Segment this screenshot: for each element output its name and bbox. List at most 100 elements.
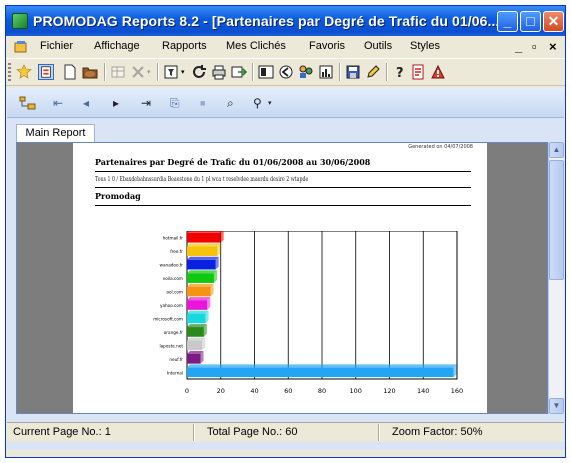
chart-y-tick-label: Internal	[167, 370, 183, 375]
menu-bar: Fichier Affichage Rapports Mes Clichés F…	[6, 36, 565, 58]
dropdown-arrow-icon[interactable]: ▾	[147, 68, 151, 76]
grid-icon[interactable]	[258, 64, 274, 80]
chart-bar-top	[187, 270, 217, 274]
scroll-up-button[interactable]: ▲	[549, 142, 564, 158]
app-icon[interactable]	[12, 13, 28, 29]
edit-icon[interactable]	[365, 64, 381, 80]
menu-fichier[interactable]: Fichier	[40, 40, 73, 52]
document-menu-icon[interactable]	[14, 40, 28, 53]
zoom-factor-status: Zoom Factor: 50%	[392, 426, 483, 438]
chart-icon[interactable]	[318, 64, 334, 80]
previous-page-button[interactable]: ◂	[83, 96, 89, 110]
chart-bar-top	[187, 297, 211, 301]
toolbar-grip[interactable]	[8, 63, 11, 81]
pdf-icon[interactable]	[410, 64, 426, 80]
chart-x-tick-label: 40	[250, 387, 258, 395]
chart-bar	[187, 313, 206, 324]
chart-x-tick-label: 80	[318, 387, 326, 395]
close-button[interactable]: ✕	[543, 11, 564, 32]
toolbar-separator	[157, 63, 159, 81]
filter-icon[interactable]	[163, 64, 179, 80]
users-icon[interactable]	[298, 64, 314, 80]
chart-y-tick-label: microsoft.com	[153, 316, 183, 321]
report-subtitle: Tous 1 0 / Ebaxdebahnssurdia Beaestone d…	[95, 176, 309, 183]
vertical-scrollbar[interactable]: ▲ ▼	[548, 142, 564, 414]
open-folder-icon[interactable]	[82, 64, 98, 80]
scroll-down-button[interactable]: ▼	[549, 398, 564, 414]
menu-styles[interactable]: Styles	[410, 40, 440, 52]
stop-button[interactable]: ■	[200, 98, 205, 108]
help-icon[interactable]: ?	[392, 64, 408, 80]
report-divider	[95, 171, 471, 172]
report-divider	[95, 187, 471, 188]
report-page: Generated on 04/07/2008 Partenaires par …	[73, 143, 487, 413]
chart-bar-top	[187, 283, 214, 287]
svg-text:?: ?	[396, 66, 404, 80]
status-divider	[378, 424, 380, 441]
report-viewer: ⇤ ◂ ▸ ⇥ ⎘ ■ ⌕ ⚲ ▾ Main Report Generated …	[7, 88, 564, 450]
menu-rapports[interactable]: Rapports	[162, 40, 207, 52]
maximize-button[interactable]: □	[520, 11, 541, 32]
chart-x-tick-label: 140	[417, 387, 429, 395]
chart-y-tick-label: neuf.fr	[169, 357, 183, 362]
chart-bar-top	[187, 337, 206, 341]
scroll-thumb[interactable]	[549, 160, 564, 280]
chart-y-tick-label: yahoo.com	[160, 303, 183, 308]
status-bar: Current Page No.: 1 Total Page No.: 60 Z…	[7, 422, 564, 442]
goto-page-button[interactable]: ⎘	[170, 96, 180, 111]
traffic-bar-chart: 0 20 40 60 80 100 120 140 160 hotmail.fr free.fr wa…	[153, 231, 463, 395]
chart-y-tick-label: laposte.net	[159, 343, 183, 348]
search-button[interactable]: ⌕	[227, 96, 234, 111]
zoom-dropdown-icon[interactable]: ▾	[268, 99, 272, 107]
back-icon[interactable]	[278, 64, 294, 80]
mdi-minimize-button[interactable]: _	[515, 39, 522, 54]
refresh-icon[interactable]	[191, 64, 207, 80]
mdi-restore-button[interactable]: ▫	[532, 39, 537, 54]
open-report-icon[interactable]	[38, 64, 54, 80]
dropdown-arrow-icon[interactable]: ▾	[181, 68, 185, 76]
tree-toggle-icon[interactable]	[19, 95, 37, 111]
save-icon[interactable]	[345, 64, 361, 80]
chart-bar	[187, 273, 214, 283]
first-page-button[interactable]: ⇤	[53, 96, 63, 110]
menu-mes-cliches[interactable]: Mes Clichés	[226, 40, 286, 52]
mdi-close-button[interactable]: ×	[549, 39, 557, 54]
next-page-button[interactable]: ▸	[113, 96, 119, 110]
chart-x-tick-label: 120	[383, 387, 395, 395]
title-bar[interactable]: PROMODAG Reports 8.2 - [Partenaires par …	[6, 6, 565, 36]
toolbar-separator	[104, 63, 106, 81]
chart-x-tick-label: 160	[451, 387, 463, 395]
chart-y-tick-label: voila.com	[163, 276, 183, 281]
print-icon[interactable]	[211, 64, 227, 80]
chart-x-tick-label: 20	[217, 387, 225, 395]
minimize-button[interactable]: _	[497, 11, 518, 32]
toolbar-separator	[386, 63, 388, 81]
report-section-title: Promodag	[95, 191, 141, 201]
chart-y-tick-label: free.fr	[170, 249, 183, 254]
new-report-icon[interactable]	[16, 64, 32, 80]
viewer-toolbar: ⇤ ◂ ▸ ⇥ ⎘ ■ ⌕ ⚲ ▾	[7, 88, 564, 118]
chart-bar	[187, 327, 204, 337]
chart-x-tick-label: 100	[350, 387, 362, 395]
chart-bar	[187, 300, 208, 310]
menu-affichage[interactable]: Affichage	[94, 40, 140, 52]
chart-y-tick-label: aol.com	[166, 290, 183, 295]
export-icon[interactable]	[231, 64, 247, 80]
chart-bar-top	[187, 364, 457, 368]
new-page-icon[interactable]	[62, 64, 78, 80]
total-page-status: Total Page No.: 60	[207, 426, 298, 438]
tab-main-report[interactable]: Main Report	[16, 124, 95, 142]
zoom-button[interactable]: ⚲	[253, 96, 262, 110]
table-icon[interactable]	[110, 64, 126, 80]
app-window: PROMODAG Reports 8.2 - [Partenaires par …	[5, 5, 566, 458]
chart-bar	[187, 259, 216, 270]
delete-icon[interactable]	[130, 64, 146, 80]
window-title: PROMODAG Reports 8.2 - [Partenaires par …	[33, 13, 500, 29]
last-page-button[interactable]: ⇥	[141, 96, 151, 110]
menu-outils[interactable]: Outils	[364, 40, 392, 52]
chart-bar-top	[187, 231, 223, 233]
chart-bar-top	[187, 310, 209, 314]
report-canvas[interactable]: Generated on 04/07/2008 Partenaires par …	[16, 142, 548, 414]
alert-icon[interactable]	[430, 64, 446, 80]
menu-favoris[interactable]: Favoris	[309, 40, 345, 52]
